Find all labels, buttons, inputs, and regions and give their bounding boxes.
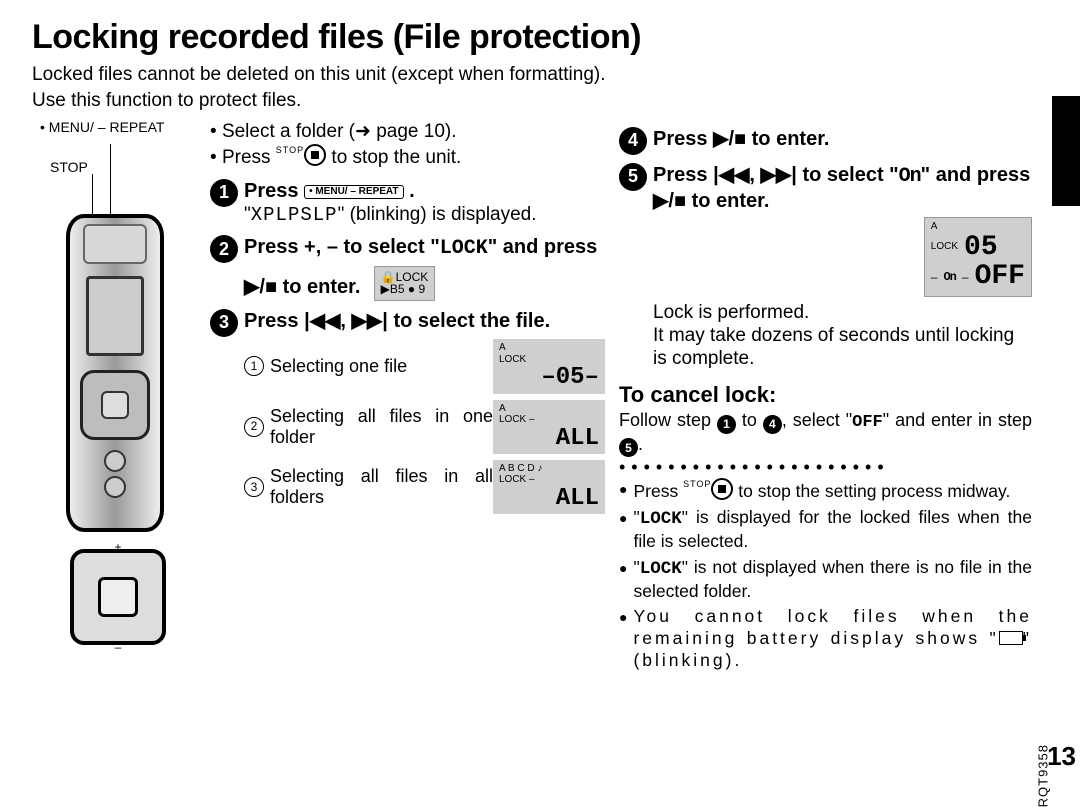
stop-icon	[304, 144, 326, 166]
substep-1: 1	[244, 356, 264, 376]
select-one-file: Selecting one file	[270, 356, 493, 377]
callout-menu-repeat: • MENU/ – REPEAT	[40, 119, 164, 135]
step-3: Press |◀◀, ▶▶| to select the file. 1 Sel…	[244, 309, 605, 520]
battery-icon	[999, 631, 1023, 645]
menu-repeat-button-icon: • MENU/ – REPEAT	[304, 185, 403, 199]
minus-label: –	[115, 640, 122, 654]
dotted-rule: ••••••••••••••••••••••	[619, 463, 1032, 472]
substep-3: 3	[244, 477, 264, 497]
lcd-on-off: A LOCK05 –On–OFF	[924, 217, 1032, 296]
note-stop-midway: Press STOP to stop the setting process m…	[633, 478, 1032, 503]
callout-stop: STOP	[50, 159, 88, 175]
step-2: Press +, – to select "LOCK" and press ▶/…	[244, 235, 605, 301]
lcd-lock-menu: 🔒LOCK ▶B5 ● 9	[374, 266, 436, 301]
step-number-3: 3	[210, 309, 238, 337]
step-1: Press • MENU/ – REPEAT . "XPLPSLP" (blin…	[244, 179, 605, 228]
device-illustration: • MENU/ – REPEAT STOP + –	[32, 119, 202, 679]
play-stop-icon: ▶/■	[653, 190, 686, 212]
lock-duration-note: It may take dozens of seconds until lock…	[653, 324, 1032, 370]
cancel-lock-text: Follow step 1 to 4, select "OFF" and ent…	[619, 410, 1032, 457]
stop-icon	[711, 478, 733, 500]
preparation-list: Select a folder (➜ page 10). Press STOP …	[210, 119, 605, 171]
intro-line-1: Locked files cannot be deleted on this u…	[32, 63, 1032, 87]
forward-icon: ▶▶|	[761, 164, 797, 186]
select-all-files: Selecting all files in all folders	[270, 466, 493, 507]
rewind-icon: |◀◀	[304, 310, 340, 332]
step-4: Press ▶/■ to enter.	[653, 127, 1032, 155]
step-5: Press |◀◀, ▶▶| to select "On" and press …	[653, 163, 1032, 371]
joystick-enlarged-icon: + –	[70, 549, 166, 645]
forward-icon: ▶▶|	[352, 310, 388, 332]
note-battery: You cannot lock files when the remaining…	[633, 606, 1032, 672]
step-number-5: 5	[619, 163, 647, 191]
lcd-one-file: A LOCK –05–	[493, 339, 605, 393]
recorder-body-icon	[66, 214, 164, 532]
notes-list: Press STOP to stop the setting process m…	[619, 478, 1032, 672]
prep-select-folder: Select a folder (➜ page 10).	[210, 119, 605, 145]
cancel-lock-heading: To cancel lock:	[619, 382, 1032, 408]
play-stop-icon: ▶/■	[244, 276, 277, 298]
lock-performed-note: Lock is performed.	[653, 301, 1032, 324]
step-number-1: 1	[210, 179, 238, 207]
thumb-tab	[1052, 96, 1080, 206]
play-stop-icon: ▶/■	[713, 128, 746, 150]
lcd-folder-all: A LOCK – ALL	[493, 400, 605, 454]
step-number-4: 4	[619, 127, 647, 155]
note-lock-displayed: "LOCK" is displayed for the locked files…	[633, 507, 1032, 553]
rewind-icon: |◀◀	[713, 164, 749, 186]
page-number: 13	[1047, 741, 1076, 772]
substep-2: 2	[244, 417, 264, 437]
page-title: Locking recorded files (File protection)	[32, 18, 1032, 57]
step-number-2: 2	[210, 235, 238, 263]
prep-press-stop: Press STOP to stop the unit.	[210, 144, 605, 171]
leader-line	[110, 144, 111, 214]
select-folder-files: Selecting all files in one folder	[270, 406, 493, 447]
note-lock-not-displayed: "LOCK" is not displayed when there is no…	[633, 557, 1032, 603]
intro-line-2: Use this function to protect files.	[32, 89, 1032, 113]
plus-label: +	[114, 540, 121, 554]
leader-line	[92, 174, 93, 214]
lcd-all-folders: A B C D ♪ LOCK – ALL	[493, 460, 605, 514]
